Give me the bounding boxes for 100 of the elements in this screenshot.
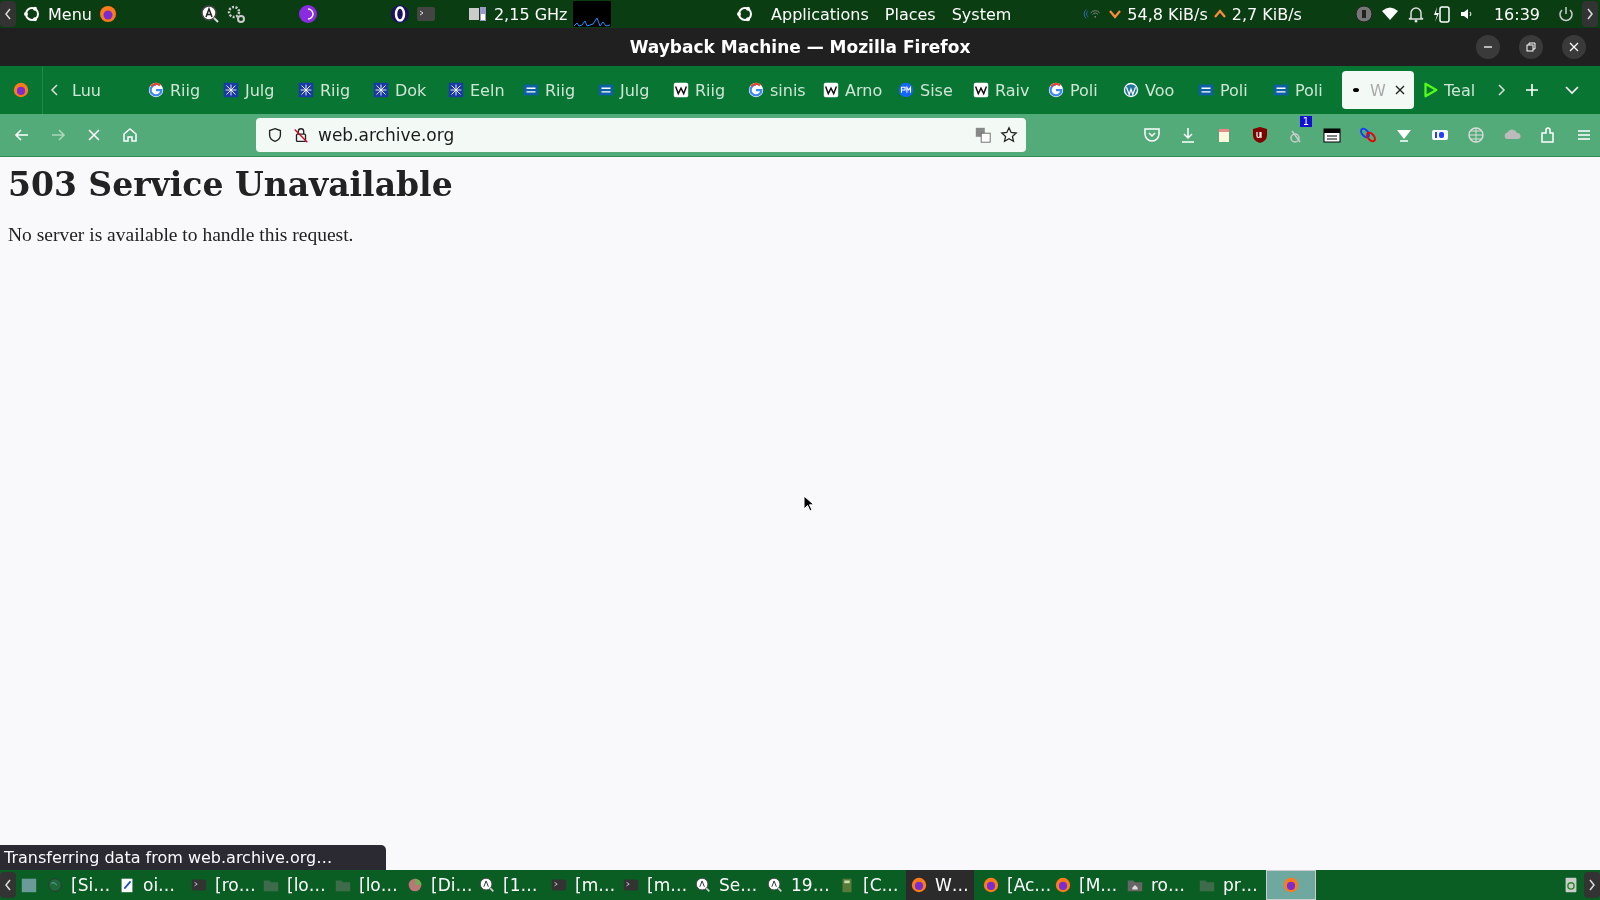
grid-square-icon [297,81,315,99]
circle-logo-icon [1047,81,1065,99]
ring-logo-icon[interactable] [389,4,410,24]
round-logo-icon [897,81,915,99]
scroll-left-button[interactable] [0,872,16,898]
dot-icon [1353,88,1359,92]
taskbar-item[interactable]: oi… [114,870,182,900]
zigzag-square-icon [972,81,990,99]
calendar-icon[interactable] [1322,125,1342,145]
round-logo-icon [1122,81,1140,99]
browser-tab[interactable]: Riig [142,71,215,109]
taskbar-item[interactable]: [C… [834,870,902,900]
browser-tab[interactable]: Voo [1117,71,1190,109]
browser-tab[interactable]: Julg [217,71,290,109]
power-icon[interactable] [1556,4,1576,24]
grid-square-icon [372,81,390,99]
browser-tab[interactable]: Sise [892,71,965,109]
restore-button[interactable] [1519,35,1543,59]
browser-tab[interactable]: Teal [1416,71,1489,109]
magnifier-icon [478,876,496,894]
taskbar-item[interactable]: [Si… [42,870,110,900]
address-bar[interactable]: web.archive.org [256,118,1026,152]
scroll-right-button[interactable] [1584,872,1600,898]
scroll-right-button[interactable] [1582,1,1598,27]
chevron-left-icon [3,6,13,22]
taskbar-item[interactable]: [lo… [330,870,398,900]
browser-icon [910,876,928,894]
scroll-left-button[interactable] [0,1,16,27]
gears-icon[interactable] [225,4,246,24]
shield-icon[interactable] [1250,125,1270,145]
chevron-right-icon [1587,877,1597,893]
zigzag-square-icon [822,81,840,99]
browser-tab[interactable]: Luu [67,71,140,109]
play-icon [1421,81,1439,99]
browser-icon[interactable] [12,81,30,99]
magnifier-icon [766,876,784,894]
browser-tab[interactable]: Julg [592,71,665,109]
magnifier-icon[interactable] [199,4,220,24]
panel-menu[interactable]: Places [884,4,936,24]
translate-icon[interactable] [974,126,992,144]
taskbar-item[interactable]: [lo… [258,870,326,900]
taskbar-item[interactable]: pr… [1194,870,1262,900]
browser-tab[interactable]: Riig [667,71,740,109]
zigzag-square-icon [672,81,690,99]
browser-icon [1282,876,1300,894]
minimize-button[interactable] [1476,35,1500,59]
crossed-lock-icon [292,126,310,144]
taskbar-item[interactable] [1266,870,1316,900]
round-button-icon[interactable] [1353,4,1374,24]
upload-speed: 2,7 KiB/s [1231,4,1302,24]
globe-icon [46,876,64,894]
panel-menu[interactable]: System [951,4,1012,24]
taskbar-item[interactable]: [m… [546,870,614,900]
ubuntu-logo-icon[interactable] [22,4,42,24]
close-tab-button[interactable] [1394,84,1406,96]
circle-logo-icon[interactable] [297,4,318,24]
taskbar-item[interactable]: ro… [1122,870,1190,900]
shield-icon [266,126,284,144]
error-message: No server is available to handle this request. [8,224,354,246]
browser-icon [982,876,1000,894]
clock[interactable]: 16:39 [1493,4,1540,24]
browser-tab[interactable]: Arno [817,71,890,109]
cpu-icon [467,4,488,24]
browser-tab[interactable]: sinis [742,71,815,109]
mouse-pointer-icon [803,495,815,513]
magnifier-icon [694,876,712,894]
browser-icon [1054,876,1072,894]
browser-tab[interactable]: Riig [292,71,365,109]
taskbar-item[interactable]: Se… [690,870,758,900]
menu-label[interactable]: Menu [48,4,92,24]
taskbar-item[interactable]: [M… [1050,870,1118,900]
home-button[interactable] [120,125,140,145]
window-title: Wayback Machine — Mozilla Firefox [629,37,971,57]
pocket-icon[interactable] [1142,125,1162,145]
circle-logo-icon [147,81,165,99]
taskbar-item[interactable]: [ro… [186,870,254,900]
browser-tab[interactable]: Eeln [442,71,515,109]
chain-link-icon[interactable] [1358,125,1378,145]
browser-tab[interactable]: Poli [1267,71,1340,109]
status-text: Transferring data from web.archive.org… [0,845,387,870]
taskbar-item[interactable]: [1… [474,870,542,900]
notification-badge: 1 [1299,116,1312,127]
grid-square-icon [447,81,465,99]
browser-icon[interactable] [97,4,118,24]
browser-tab[interactable]: Poli [1042,71,1115,109]
download-speed: 54,8 KiB/s [1127,4,1208,24]
panel-menu[interactable]: Applications [771,4,869,24]
taskbar-item[interactable]: [m… [618,870,686,900]
chevron-left-icon [3,877,13,893]
taskbar-item[interactable]: W… [906,870,974,900]
close-button[interactable] [1562,35,1586,59]
error-heading: 503 Service Unavailable [8,165,453,204]
browser-tab[interactable]: Riig [517,71,590,109]
browser-tab[interactable]: Poli [1192,71,1265,109]
browser-tab[interactable]: Dok [367,71,440,109]
browser-tab[interactable]: Raiv [967,71,1040,109]
battery-icon[interactable] [1431,4,1452,24]
star-icon[interactable] [1000,126,1018,144]
taskbar-item[interactable]: [Di… [402,870,470,900]
taskbar-item[interactable]: 19… [762,870,830,900]
